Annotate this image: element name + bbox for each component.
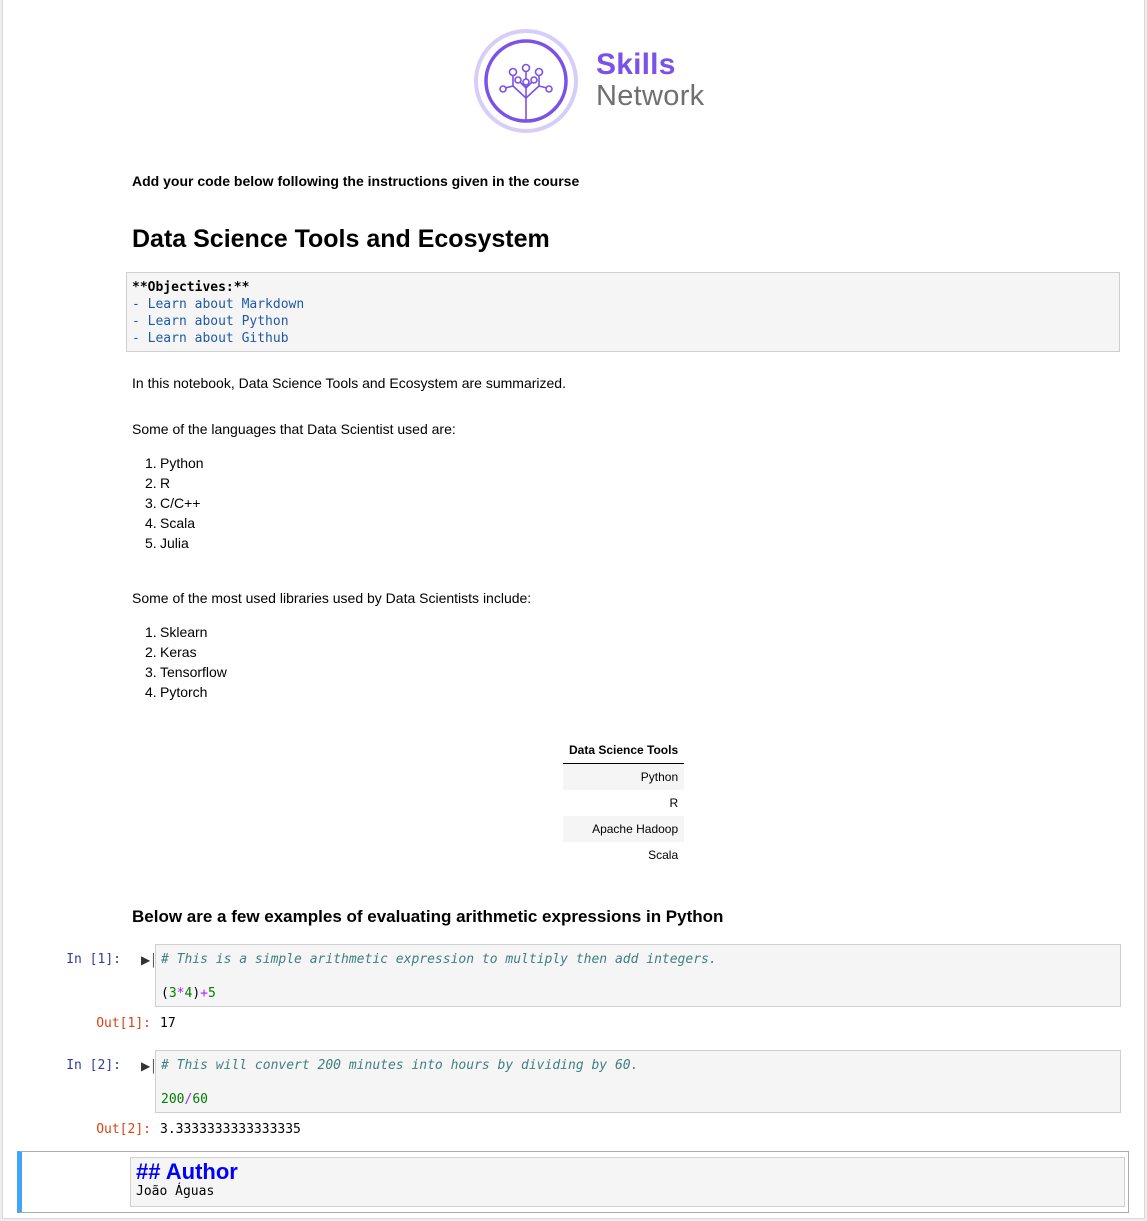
languages-list: 1. Python 2. R 3. C/C++ 4. Scala 5. Julia <box>132 453 204 553</box>
cell-output: 3.3333333333333335 <box>160 1122 301 1137</box>
list-item: 2. R <box>145 475 171 491</box>
table-row: Scala <box>563 842 684 868</box>
skills-network-logo-icon <box>474 29 578 133</box>
logo-text-network: Network <box>596 80 705 112</box>
objective-item: - Learn about Github <box>132 331 289 346</box>
table-row: Apache Hadoop <box>563 816 685 842</box>
output-prompt: Out[1]: <box>96 1016 151 1031</box>
list-item: 1. Sklearn <box>145 624 208 640</box>
code-comment: # This will convert 200 minutes into hou… <box>161 1058 639 1073</box>
examples-heading: Below are a few examples of evaluating a… <box>132 907 724 926</box>
markdown-editor[interactable]: ## Author João Águas <box>130 1157 1125 1207</box>
list-item: 4. Pytorch <box>145 684 208 700</box>
code-cell-editor[interactable]: # This is a simple arithmetic expression… <box>155 944 1121 1007</box>
list-item: 5. Julia <box>145 535 189 551</box>
libraries-intro: Some of the most used libraries used by … <box>132 590 532 606</box>
table-row: R <box>563 790 684 816</box>
list-item: 4. Scala <box>145 515 196 531</box>
notebook-page: Skills Network Add your code below follo… <box>2 0 1145 1219</box>
input-prompt: In [1]: <box>66 952 121 967</box>
logo-text-skills: Skills <box>596 48 676 81</box>
intro-text: In this notebook, Data Science Tools and… <box>132 375 566 391</box>
list-item: 3. Tensorflow <box>145 664 227 680</box>
table-header: Data Science Tools <box>563 740 685 764</box>
code-line: 200/60 <box>161 1092 208 1107</box>
languages-intro: Some of the languages that Data Scientis… <box>132 421 456 437</box>
table-row: Python <box>563 763 685 790</box>
objectives-header: **Objectives:** <box>132 280 250 295</box>
author-heading: ## Author <box>136 1159 238 1184</box>
code-line: (3*4)+5 <box>161 986 216 1001</box>
objective-item: - Learn about Python <box>132 314 289 329</box>
objectives-markdown-cell[interactable]: **Objectives:** - Learn about Markdown -… <box>126 272 1120 352</box>
input-prompt: In [2]: <box>66 1058 121 1073</box>
table-cell: Python <box>563 763 685 790</box>
table-cell: Scala <box>648 848 679 862</box>
list-item: 2. Keras <box>145 644 197 660</box>
author-name: João Águas <box>136 1184 215 1199</box>
data-science-tools-table: Data Science Tools Python R Apache Hadoo… <box>563 740 685 868</box>
output-prompt: Out[2]: <box>96 1122 151 1137</box>
cell-output: 17 <box>160 1016 176 1031</box>
page-title: Data Science Tools and Ecosystem <box>132 225 550 253</box>
author-markdown-cell[interactable]: ## Author João Águas <box>17 1151 1129 1213</box>
list-item: 3. C/C++ <box>145 495 201 511</box>
list-item: 1. Python <box>145 455 204 471</box>
instruction-text: Add your code below following the instru… <box>132 173 580 189</box>
table-cell: R <box>669 796 679 810</box>
code-comment: # This is a simple arithmetic expression… <box>161 952 717 967</box>
table-cell: Apache Hadoop <box>563 816 685 842</box>
libraries-list: 1. Sklearn 2. Keras 3. Tensorflow 4. Pytorch <box>132 622 227 702</box>
code-cell-editor[interactable]: # This will convert 200 minutes into hou… <box>155 1050 1121 1113</box>
objective-item: - Learn about Markdown <box>132 297 305 312</box>
